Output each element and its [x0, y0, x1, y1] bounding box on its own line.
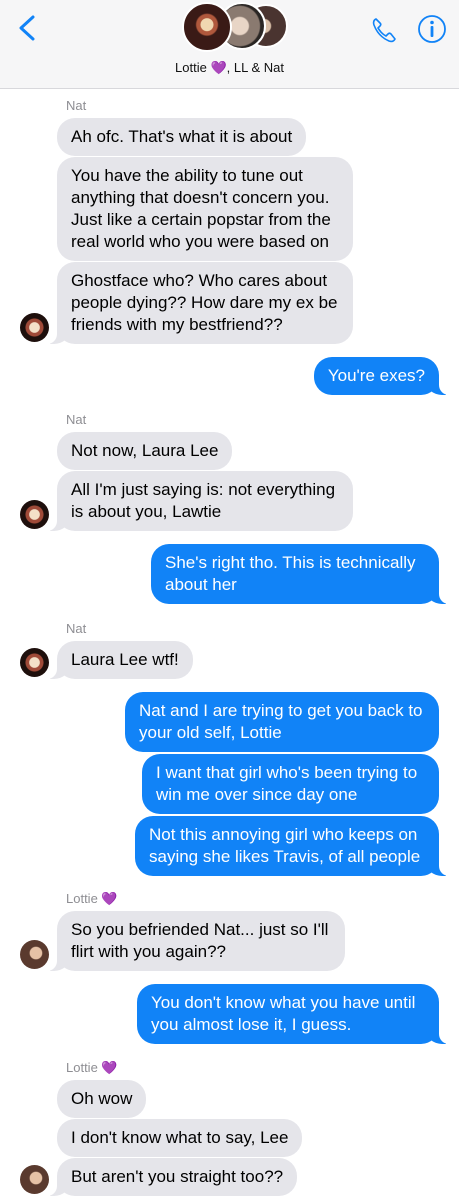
avatar-lottie	[20, 940, 49, 969]
avatar-lottie	[20, 1165, 49, 1194]
message-bubble-incoming[interactable]: You have the ability to tune out anythin…	[57, 157, 353, 261]
message-bubble-incoming[interactable]: I don't know what to say, Lee	[57, 1119, 303, 1157]
avatar-nat	[20, 313, 49, 342]
message-bubble-incoming[interactable]: Ah ofc. That's what it is about	[57, 118, 307, 156]
message-bubble-outgoing[interactable]: Nat and I are trying to get you back to …	[125, 692, 439, 752]
info-icon[interactable]	[417, 14, 447, 44]
group-avatars[interactable]	[182, 2, 288, 52]
avatar-nat	[20, 500, 49, 529]
conversation-header: Lottie 💜, LL & Nat	[0, 0, 459, 89]
phone-icon[interactable]	[370, 16, 398, 44]
message-bubble-incoming[interactable]: Laura Lee wtf!	[47, 641, 193, 679]
sender-label: Nat	[66, 621, 87, 636]
sender-label: Nat	[66, 412, 87, 427]
message-bubble-incoming[interactable]: Oh wow	[57, 1080, 147, 1118]
sender-label: Lottie 💜	[66, 1060, 118, 1075]
message-bubble-incoming[interactable]: So you befriended Nat... just so I'll fl…	[47, 911, 345, 971]
message-bubble-outgoing[interactable]: You don't know what you have until you a…	[137, 984, 449, 1044]
message-bubble-incoming[interactable]: But aren't you straight too??	[46, 1158, 298, 1196]
conversation-title[interactable]: Lottie 💜, LL & Nat	[0, 60, 459, 76]
sender-label: Nat	[66, 98, 87, 113]
avatar-lottie	[182, 2, 232, 52]
message-bubble-outgoing[interactable]: Not this annoying girl who keeps on sayi…	[135, 816, 449, 876]
message-bubble-outgoing[interactable]: She's right tho. This is technically abo…	[151, 544, 449, 604]
message-bubble-incoming[interactable]: Not now, Laura Lee	[57, 432, 233, 470]
message-bubble-incoming[interactable]: Ghostface who? Who cares about people dy…	[47, 262, 353, 344]
message-bubble-outgoing[interactable]: You're exes?	[313, 357, 450, 395]
message-bubble-incoming[interactable]: All I'm just saying is: not everything i…	[47, 471, 353, 531]
sender-label: Lottie 💜	[66, 891, 118, 906]
avatar-nat	[20, 648, 49, 677]
back-chevron-icon[interactable]	[14, 14, 42, 42]
message-bubble-outgoing[interactable]: I want that girl who's been trying to wi…	[142, 754, 439, 814]
